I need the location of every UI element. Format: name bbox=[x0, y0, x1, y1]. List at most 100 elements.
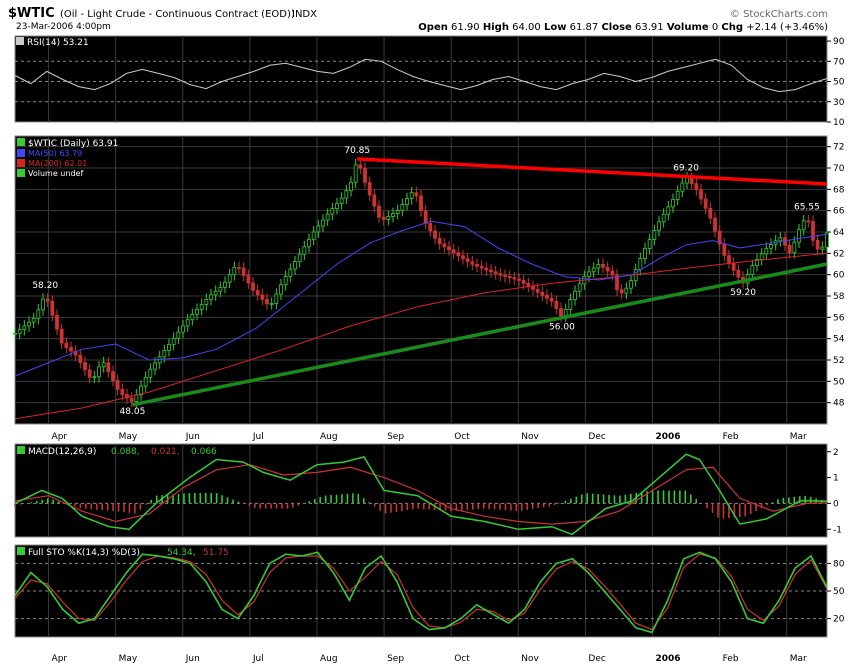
price-annotation: 70.85 bbox=[344, 146, 370, 156]
price-candle-body bbox=[713, 217, 717, 232]
price-candle-body bbox=[498, 273, 503, 276]
price-candle-body bbox=[162, 350, 167, 358]
price-candle-body bbox=[470, 261, 475, 265]
stoch-month-label: Sep bbox=[387, 654, 404, 664]
price-legend-item: MA(50) 63.79 bbox=[28, 149, 82, 158]
price-candle-body bbox=[540, 291, 545, 296]
price-candle-body bbox=[605, 266, 610, 272]
price-candle-body bbox=[643, 248, 647, 259]
price-axis-label: 50 bbox=[833, 377, 845, 387]
price-candle-body bbox=[666, 206, 671, 215]
price-candle-body bbox=[521, 280, 526, 284]
price-candle-body bbox=[465, 258, 470, 263]
price-candle-body bbox=[87, 369, 92, 378]
stoch-month-label: May bbox=[119, 654, 138, 664]
price-candle-body bbox=[727, 255, 731, 264]
price-candle-body bbox=[764, 247, 769, 255]
price-candle-body bbox=[549, 297, 554, 302]
price-candle-body bbox=[507, 276, 512, 279]
price-legend-swatch bbox=[17, 169, 25, 177]
price-candle-body bbox=[703, 198, 708, 209]
price-candle-body bbox=[209, 294, 213, 300]
price-candle-body bbox=[241, 267, 246, 276]
rsi-axis-label: 70 bbox=[833, 57, 845, 67]
price-candle-body bbox=[451, 249, 456, 254]
price-candle-body bbox=[479, 265, 484, 269]
stoch-month-label: Dec bbox=[588, 654, 605, 664]
price-candle-body bbox=[143, 376, 148, 387]
price-candle-body bbox=[447, 246, 451, 251]
price-candle-body bbox=[475, 263, 479, 267]
price-candle-body bbox=[129, 397, 134, 402]
price-month-label: 2006 bbox=[656, 432, 681, 442]
price-candle-body bbox=[55, 314, 59, 330]
price-axis-label: 62 bbox=[833, 249, 844, 259]
price-candle-body bbox=[22, 325, 27, 331]
price-axis-label: 54 bbox=[833, 335, 845, 345]
price-candle-body bbox=[591, 267, 596, 273]
price-candle-body bbox=[820, 246, 825, 250]
price-candle-body bbox=[251, 282, 255, 291]
price-candle-body bbox=[36, 309, 41, 319]
price-candle-body bbox=[512, 277, 517, 280]
stoch-title: Full STO %K(14,3) %D(3) bbox=[28, 548, 140, 558]
price-candle-body bbox=[185, 319, 190, 327]
price-axis-label: 64 bbox=[833, 228, 845, 238]
price-candle-body bbox=[535, 288, 540, 293]
price-month-label: May bbox=[119, 432, 138, 442]
price-candle-body bbox=[83, 362, 87, 371]
price-candle-body bbox=[787, 244, 792, 254]
price-month-label: Sep bbox=[387, 432, 404, 442]
price-month-label: Apr bbox=[52, 432, 68, 442]
stoch-d-value: 51.75 bbox=[203, 548, 229, 558]
price-candle-body bbox=[321, 219, 325, 227]
price-candle-body bbox=[13, 332, 17, 335]
stoch-axis-label: 20 bbox=[833, 615, 845, 625]
price-candle-body bbox=[111, 371, 115, 381]
price-candle-body bbox=[503, 274, 507, 277]
price-candle-body bbox=[64, 342, 69, 348]
price-legend-swatch bbox=[17, 138, 25, 146]
price-candle-body bbox=[778, 237, 783, 242]
price-candle-body bbox=[199, 304, 204, 310]
price-candle-body bbox=[433, 230, 437, 239]
price-candle-body bbox=[363, 167, 367, 183]
price-candle-body bbox=[647, 239, 652, 249]
price-candle-body bbox=[372, 194, 377, 207]
price-candle-body bbox=[825, 232, 829, 248]
price-candle-body bbox=[456, 252, 461, 257]
price-candle-body bbox=[694, 183, 699, 191]
price-axis-label: 56 bbox=[833, 313, 845, 323]
price-annotation: 56.00 bbox=[549, 322, 575, 332]
price-candle-body bbox=[689, 177, 694, 185]
price-candle-body bbox=[815, 239, 820, 250]
price-candle-body bbox=[78, 354, 83, 363]
price-candle-body bbox=[596, 263, 601, 269]
stoch-month-label: 2006 bbox=[656, 654, 681, 664]
price-candle-body bbox=[381, 216, 386, 220]
macd-legend-value: 0.088, bbox=[111, 447, 140, 457]
price-candle-body bbox=[395, 210, 400, 214]
chart-svg: 9070503010RSI(14) 53.2158.2048.0570.8556… bbox=[13, 35, 845, 664]
price-candle-body bbox=[17, 329, 22, 334]
price-candle-body bbox=[227, 274, 232, 283]
price-candle-body bbox=[489, 269, 493, 273]
price-candle-body bbox=[330, 208, 335, 215]
stoch-month-label: Jul bbox=[252, 654, 264, 664]
price-annotation: 65.55 bbox=[794, 202, 820, 212]
macd-axis-label: 2 bbox=[833, 448, 839, 458]
price-candle-body bbox=[783, 237, 787, 246]
price-candle-body bbox=[792, 241, 797, 254]
price-candle-body bbox=[50, 300, 55, 316]
price-candle-body bbox=[587, 271, 591, 277]
price-legend-swatch bbox=[17, 159, 25, 167]
price-candle-body bbox=[106, 362, 111, 373]
price-month-label: Jul bbox=[252, 432, 264, 442]
price-candle-body bbox=[358, 164, 363, 169]
price-candle-body bbox=[573, 290, 577, 300]
rsi-axis-label: 90 bbox=[833, 37, 845, 47]
price-candle-body bbox=[265, 298, 269, 305]
price-legend-item: Volume undef bbox=[28, 169, 83, 178]
price-annotation: 59.20 bbox=[730, 288, 756, 298]
price-candle-body bbox=[157, 356, 162, 364]
